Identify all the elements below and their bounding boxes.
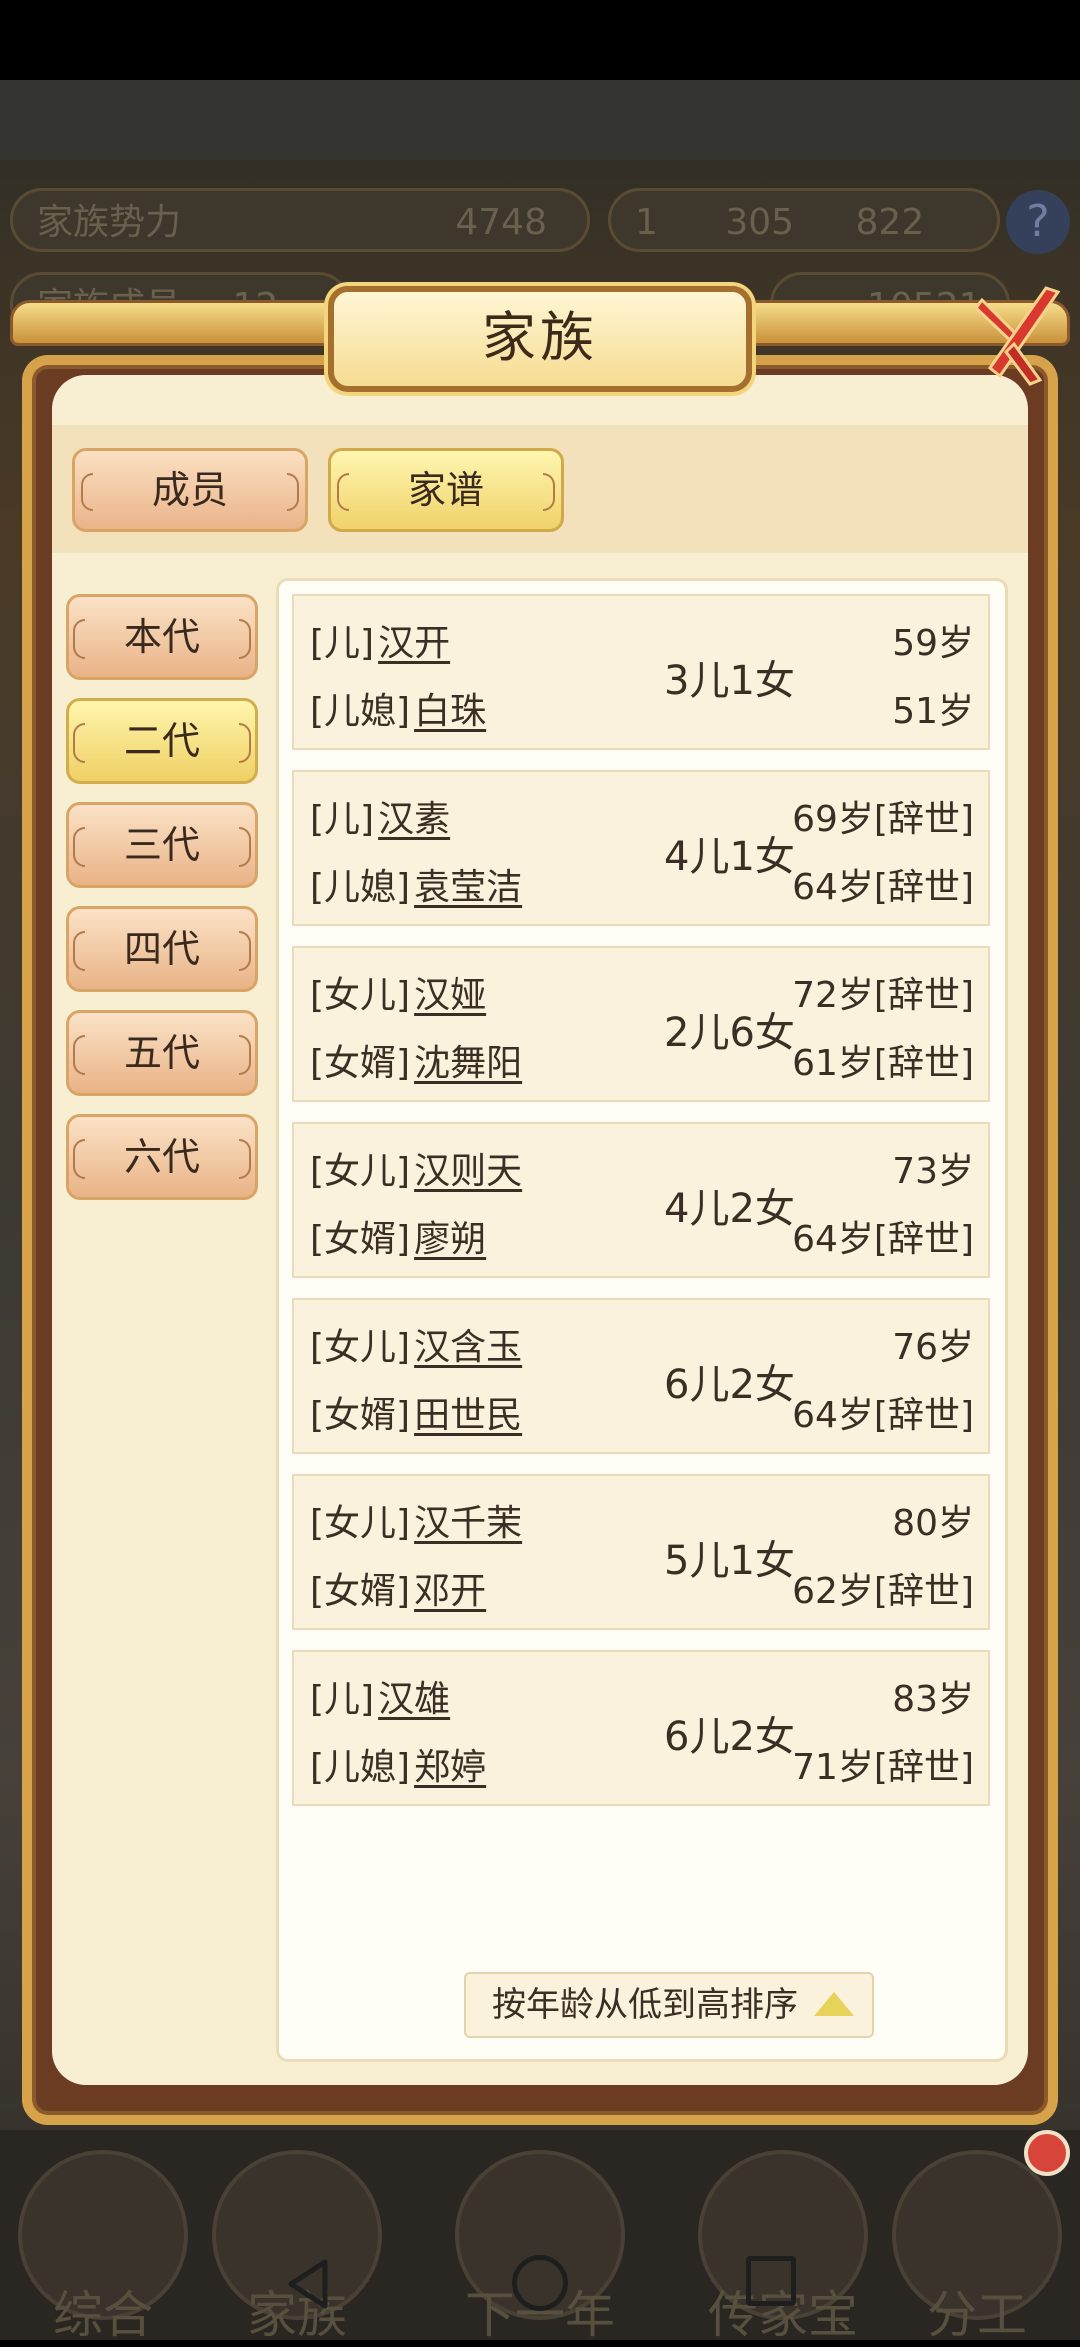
member-name-link[interactable]: 汉开 [378, 623, 450, 664]
member-relation: [女儿] 汉娅 [310, 975, 487, 1016]
button-notch-right [239, 827, 251, 867]
spouse-name-link[interactable]: 袁莹洁 [414, 867, 522, 908]
button-notch-left [73, 827, 85, 867]
generation-button-2[interactable]: 二代 [66, 698, 258, 784]
member-relation: [女儿] 汉则天 [310, 1151, 523, 1192]
family-row: [儿] 汉开 [儿媳] 白珠 3儿1女 59岁 51岁 [292, 594, 990, 750]
member-age: 59岁 [892, 623, 974, 664]
spouse-age: 71岁[辞世] [792, 1747, 974, 1788]
spouse-age: 64岁[辞世] [792, 1395, 974, 1436]
button-notch-left [73, 1035, 85, 1075]
dialog-title: 家族 [328, 286, 752, 392]
spouse-relation: [女婿] 沈舞阳 [310, 1043, 523, 1084]
button-notch-right [239, 1035, 251, 1075]
children-count: 4儿2女 [664, 1186, 795, 1232]
member-age: 73岁 [892, 1151, 974, 1192]
help-icon[interactable]: ? [1006, 190, 1070, 254]
family-row: [女儿] 汉则天 [女婿] 廖朔 4儿2女 73岁 64岁[辞世] [292, 1122, 990, 1278]
close-icon[interactable] [960, 280, 1070, 390]
tab-notch-right [543, 473, 555, 511]
button-notch-left [73, 1139, 85, 1179]
member-name-link[interactable]: 汉千茉 [414, 1503, 522, 1544]
member-name-link[interactable]: 汉素 [378, 799, 450, 840]
back-icon[interactable] [285, 2258, 331, 2310]
member-name-link[interactable]: 汉含玉 [414, 1327, 522, 1368]
generation-button-1[interactable]: 本代 [66, 594, 258, 680]
member-relation: [儿] 汉开 [310, 623, 451, 664]
family-row: [女儿] 汉千茉 [女婿] 邓开 5儿1女 80岁 62岁[辞世] [292, 1474, 990, 1630]
family-row: [女儿] 汉含玉 [女婿] 田世民 6儿2女 76岁 64岁[辞世] [292, 1298, 990, 1454]
member-name-link[interactable]: 汉则天 [414, 1151, 522, 1192]
button-notch-left [73, 723, 85, 763]
family-row: [儿] 汉雄 [儿媳] 郑婷 6儿2女 83岁 71岁[辞世] [292, 1650, 990, 1806]
tab-members[interactable]: 成员 [72, 448, 308, 532]
family-row: [女儿] 汉娅 [女婿] 沈舞阳 2儿6女 72岁[辞世] 61岁[辞世] [292, 946, 990, 1102]
children-count: 3儿1女 [664, 658, 795, 704]
sort-by-age-button[interactable]: 按年龄从低到高排序 [464, 1972, 874, 2038]
game-top-bar [0, 80, 1080, 160]
spouse-relation: [儿媳] 白珠 [310, 691, 487, 732]
member-age: 69岁[辞世] [792, 799, 974, 840]
spouse-name-link[interactable]: 邓开 [414, 1571, 486, 1612]
button-notch-right [239, 931, 251, 971]
family-power-stat: 家族势力 4748 [10, 188, 590, 252]
children-count: 5儿1女 [664, 1538, 795, 1584]
member-age: 80岁 [892, 1503, 974, 1544]
tab-family-tree[interactable]: 家谱 [328, 448, 564, 532]
spouse-name-link[interactable]: 田世民 [414, 1395, 522, 1436]
spouse-relation: [女婿] 邓开 [310, 1571, 487, 1612]
generation-button-3[interactable]: 三代 [66, 802, 258, 888]
button-notch-right [239, 619, 251, 659]
member-age: 83岁 [892, 1679, 974, 1720]
children-count: 2儿6女 [664, 1010, 795, 1056]
spouse-age: 64岁[辞世] [792, 1219, 974, 1260]
children-count: 6儿2女 [664, 1714, 795, 1760]
spouse-name-link[interactable]: 白珠 [414, 691, 486, 732]
spouse-name-link[interactable]: 郑婷 [414, 1747, 486, 1788]
member-relation: [儿] 汉雄 [310, 1679, 451, 1720]
home-icon[interactable] [512, 2255, 568, 2311]
member-name-link[interactable]: 汉雄 [378, 1679, 450, 1720]
spouse-relation: [女婿] 廖朔 [310, 1219, 487, 1260]
currency-stat: 1 305 822 [608, 188, 1000, 252]
family-row: [儿] 汉素 [儿媳] 袁莹洁 4儿1女 69岁[辞世] 64岁[辞世] [292, 770, 990, 926]
tab-notch-left [81, 473, 93, 511]
button-notch-right [239, 1139, 251, 1179]
sort-ascending-icon [814, 1992, 854, 2016]
member-relation: [女儿] 汉含玉 [310, 1327, 523, 1368]
button-notch-left [73, 619, 85, 659]
generation-button-5[interactable]: 五代 [66, 1010, 258, 1096]
spouse-age: 64岁[辞世] [792, 867, 974, 908]
tab-notch-right [287, 473, 299, 511]
spouse-name-link[interactable]: 沈舞阳 [414, 1043, 522, 1084]
button-notch-left [73, 931, 85, 971]
member-relation: [女儿] 汉千茉 [310, 1503, 523, 1544]
children-count: 6儿2女 [664, 1362, 795, 1408]
recent-apps-icon[interactable] [746, 2256, 796, 2306]
member-relation: [儿] 汉素 [310, 799, 451, 840]
spouse-age: 62岁[辞世] [792, 1571, 974, 1612]
spouse-relation: [儿媳] 郑婷 [310, 1747, 487, 1788]
notification-dot [1024, 2130, 1070, 2176]
member-age: 72岁[辞世] [792, 975, 974, 1016]
spouse-name-link[interactable]: 廖朔 [414, 1219, 486, 1260]
generation-button-6[interactable]: 六代 [66, 1114, 258, 1200]
member-name-link[interactable]: 汉娅 [414, 975, 486, 1016]
dialog-wing-left [10, 300, 356, 346]
children-count: 4儿1女 [664, 834, 795, 880]
generation-button-4[interactable]: 四代 [66, 906, 258, 992]
spouse-relation: [女婿] 田世民 [310, 1395, 523, 1436]
status-bar [0, 0, 1080, 80]
tab-notch-left [337, 473, 349, 511]
button-notch-right [239, 723, 251, 763]
member-age: 76岁 [892, 1327, 974, 1368]
spouse-age: 51岁 [892, 691, 974, 732]
spouse-relation: [儿媳] 袁莹洁 [310, 867, 523, 908]
spouse-age: 61岁[辞世] [792, 1043, 974, 1084]
